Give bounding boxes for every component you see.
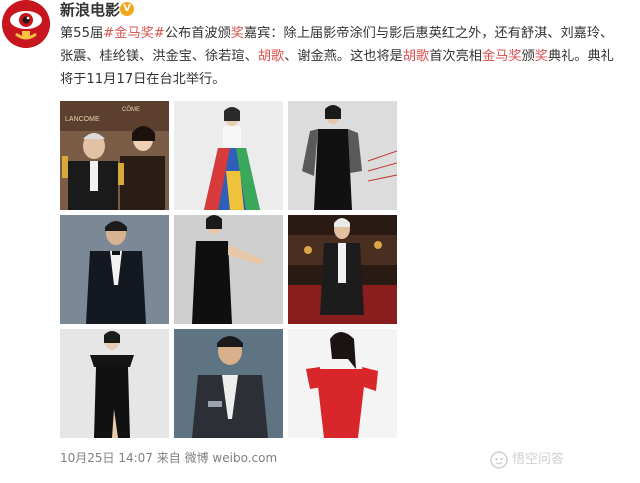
post-text-segment: 第55届: [60, 26, 104, 41]
post-text-segment: 颁: [521, 49, 535, 64]
post-text-segment: 典礼。典礼: [547, 49, 614, 64]
hashtag-link[interactable]: 胡歌: [258, 49, 284, 64]
account-name[interactable]: 新浪电影: [60, 0, 120, 20]
photo-man-tuxedo[interactable]: [60, 215, 169, 324]
photo-grid: LANCOME CÔME: [60, 101, 398, 439]
photo-red-dress[interactable]: [288, 329, 397, 438]
post-text-segment: 公布首波颁: [164, 26, 231, 41]
hashtag-link[interactable]: 奖: [535, 49, 548, 64]
verified-badge-icon: V: [120, 2, 134, 16]
watermark-text: 悟空问答: [512, 452, 565, 467]
photo-red-carpet-man[interactable]: [288, 215, 397, 324]
photo-black-sheer-dress[interactable]: [288, 101, 397, 210]
source-prefix: 来自: [156, 451, 181, 465]
photo-man-suit-watch[interactable]: [174, 329, 283, 438]
svg-text:LANCOME: LANCOME: [65, 116, 100, 123]
post-text-line: 第55届#金马奖#公布首波颁奖嘉宾：除上届影帝涂们与影后惠英红之外，还有舒淇、刘…: [60, 22, 640, 45]
wukong-qa-icon: [490, 451, 508, 469]
post-date[interactable]: 10月25日 14:07: [60, 451, 153, 465]
photo-colorful-skirt[interactable]: [174, 101, 283, 210]
avatar[interactable]: [2, 0, 50, 48]
photo-off-shoulder-dress[interactable]: [60, 329, 169, 438]
post-text-segment: 首次亮相: [429, 49, 482, 64]
post-text: 第55届#金马奖#公布首波颁奖嘉宾：除上届影帝涂们与影后惠英红之外，还有舒淇、刘…: [60, 22, 640, 91]
post-text-segment: 嘉宾：除上届影帝涂们与影后惠英红之外，还有舒淇、刘嘉玲、: [243, 26, 614, 41]
photo-black-dress-profile[interactable]: [174, 215, 283, 324]
hashtag-link[interactable]: #金马奖#: [103, 26, 165, 41]
photo-couple-trophies[interactable]: LANCOME CÔME: [60, 101, 169, 210]
post-text-line: 将于11月17日在台北举行。: [60, 68, 640, 91]
hashtag-link[interactable]: 胡歌: [403, 49, 429, 64]
source-link[interactable]: 微博 weibo.com: [185, 451, 278, 465]
hashtag-link[interactable]: 金马奖: [482, 49, 522, 64]
sina-eye-logo: [2, 0, 50, 48]
svg-text:CÔME: CÔME: [122, 106, 140, 113]
post-text-segment: 、谢金燕。这也将是: [284, 49, 403, 64]
hashtag-link[interactable]: 奖: [231, 26, 244, 41]
post-text-segment: 张震、桂纶镁、洪金宝、徐若瑄、: [60, 49, 258, 64]
post-text-segment: 将于11月17日在台北举行。: [60, 72, 226, 87]
post-text-line: 张震、桂纶镁、洪金宝、徐若瑄、胡歌、谢金燕。这也将是胡歌首次亮相金马奖颁奖典礼。…: [60, 45, 640, 68]
post-meta: 10月25日 14:07 来自 微博 weibo.com: [60, 450, 277, 466]
